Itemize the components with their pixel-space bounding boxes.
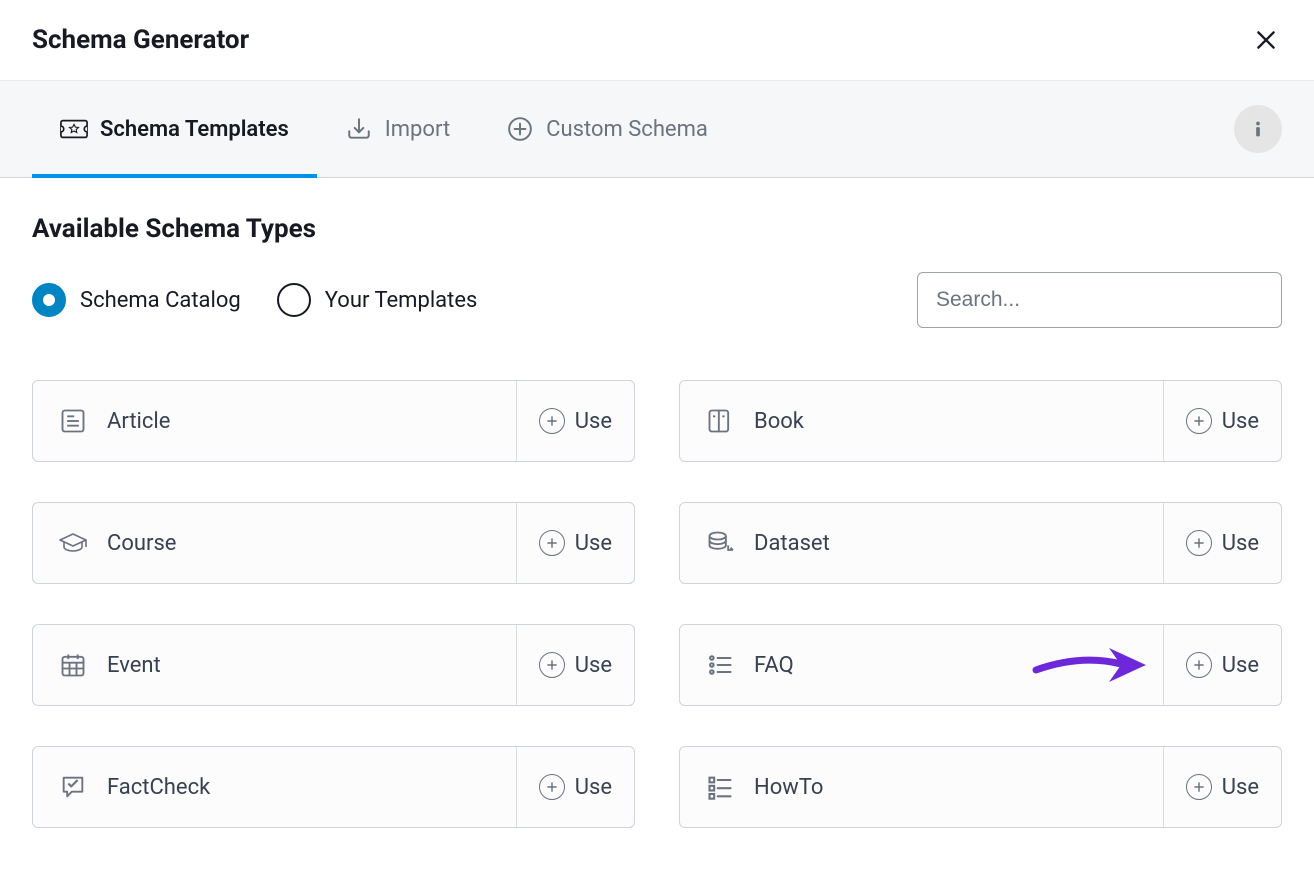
cards-grid: Article Use Book Use Course Use [32,380,1282,828]
radio-indicator [277,283,311,317]
howto-icon [704,771,736,803]
close-button[interactable] [1250,24,1282,56]
schema-type-label: Event [107,653,516,678]
tab-label: Schema Templates [100,117,289,142]
plus-icon [539,652,565,678]
radio-your-templates[interactable]: Your Templates [277,283,478,317]
radio-label: Schema Catalog [80,288,241,313]
event-icon [57,649,89,681]
use-label: Use [575,653,612,678]
radio-schema-catalog[interactable]: Schema Catalog [32,283,241,317]
faq-icon [704,649,736,681]
schema-card-howto: HowTo Use [679,746,1282,828]
schema-type-label: Dataset [754,531,1163,556]
tabs-bar: Schema Templates Import Custom Schema [0,80,1314,178]
use-button[interactable]: Use [516,503,634,583]
use-button[interactable]: Use [516,747,634,827]
schema-card-faq: FAQ Use [679,624,1282,706]
plus-icon [1186,652,1212,678]
schema-type-label: Article [107,409,516,434]
use-button[interactable]: Use [1163,625,1281,705]
schema-type-label: FactCheck [107,775,516,800]
dataset-icon [704,527,736,559]
tab-schema-templates[interactable]: Schema Templates [32,81,317,177]
info-button[interactable] [1234,105,1282,153]
use-label: Use [575,775,612,800]
schema-type-label: HowTo [754,775,1163,800]
radio-group: Schema Catalog Your Templates [32,283,477,317]
use-label: Use [575,409,612,434]
content: Available Schema Types Schema Catalog Yo… [0,178,1314,848]
close-icon [1253,27,1279,53]
tab-label: Custom Schema [546,117,708,142]
schema-card-event: Event Use [32,624,635,706]
use-label: Use [575,531,612,556]
schema-type-label: Book [754,409,1163,434]
search-input[interactable] [917,272,1282,328]
plus-icon [539,774,565,800]
schema-card-course: Course Use [32,502,635,584]
plus-icon [1186,774,1212,800]
radio-indicator [32,283,66,317]
use-button[interactable]: Use [1163,381,1281,461]
book-icon [704,405,736,437]
filter-row: Schema Catalog Your Templates [32,272,1282,328]
use-label: Use [1222,653,1259,678]
section-title: Available Schema Types [32,214,1282,244]
use-button[interactable]: Use [516,381,634,461]
download-icon [345,115,373,143]
use-label: Use [1222,409,1259,434]
page-title: Schema Generator [32,25,249,55]
tab-import[interactable]: Import [317,81,478,177]
plus-icon [1186,408,1212,434]
tab-custom-schema[interactable]: Custom Schema [478,81,736,177]
plus-circle-icon [506,115,534,143]
schema-card-article: Article Use [32,380,635,462]
header: Schema Generator [0,0,1314,80]
info-icon [1247,118,1269,140]
use-label: Use [1222,775,1259,800]
article-icon [57,405,89,437]
use-label: Use [1222,531,1259,556]
schema-type-label: Course [107,531,516,556]
use-button[interactable]: Use [516,625,634,705]
use-button[interactable]: Use [1163,747,1281,827]
schema-card-book: Book Use [679,380,1282,462]
use-button[interactable]: Use [1163,503,1281,583]
plus-icon [1186,530,1212,556]
ticket-star-icon [60,115,88,143]
plus-icon [539,408,565,434]
schema-card-dataset: Dataset Use [679,502,1282,584]
plus-icon [539,530,565,556]
tab-label: Import [385,117,450,142]
factcheck-icon [57,771,89,803]
radio-label: Your Templates [325,288,478,313]
course-icon [57,527,89,559]
schema-card-factcheck: FactCheck Use [32,746,635,828]
schema-type-label: FAQ [754,653,1163,678]
